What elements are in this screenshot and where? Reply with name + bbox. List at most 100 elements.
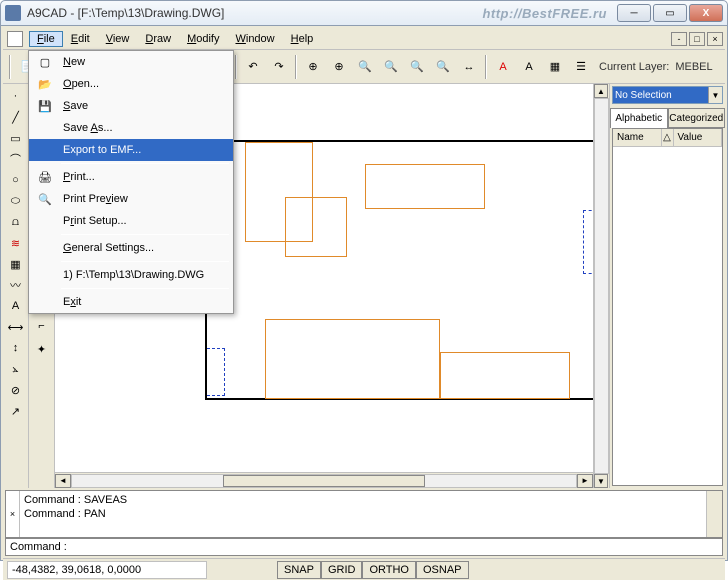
layers-icon[interactable]: ▦	[543, 55, 567, 79]
menu-print[interactable]: 🖨Print...	[29, 166, 233, 188]
text-icon[interactable]: A	[6, 296, 26, 316]
zoom-prev-icon[interactable]: 🔍	[431, 55, 455, 79]
pan-icon[interactable]: ↔	[457, 55, 481, 79]
drawing-shape	[265, 319, 440, 399]
selection-handle	[583, 210, 593, 274]
new-icon: ▢	[29, 51, 61, 73]
dim-a-icon[interactable]: ⦛	[6, 359, 26, 379]
drawing-shape	[440, 352, 570, 399]
zoom-window-icon[interactable]: ⊕	[327, 55, 351, 79]
dim-style-icon[interactable]: A	[517, 55, 541, 79]
selection-handle	[207, 348, 225, 396]
ortho-toggle[interactable]: ORTHO	[362, 561, 416, 579]
sort-icon[interactable]: △	[662, 129, 674, 146]
image-icon[interactable]: ▦	[6, 254, 26, 274]
scroll-left-icon[interactable]: ◄	[55, 474, 71, 488]
properties-panel: No Selection ▼ Alphabetic Categorized Na…	[609, 84, 725, 488]
osnap-toggle[interactable]: OSNAP	[416, 561, 469, 579]
redo-icon[interactable]: ↷	[267, 55, 291, 79]
tab-alphabetic[interactable]: Alphabetic	[610, 108, 668, 128]
h-scrollbar[interactable]: ◄ ►	[55, 472, 593, 488]
mdi-restore[interactable]: □	[689, 32, 705, 46]
layer-label: Current Layer:	[599, 61, 669, 73]
scroll-down-icon[interactable]: ▼	[594, 474, 608, 488]
cmd-close-icon[interactable]: ×	[6, 491, 20, 537]
leader-icon[interactable]: ↗	[6, 401, 26, 421]
menu-open[interactable]: 📂Open...	[29, 73, 233, 95]
scroll-right-icon[interactable]: ►	[577, 474, 593, 488]
mdi-close[interactable]: ×	[707, 32, 723, 46]
menu-print-preview[interactable]: 🔍Print Preview	[29, 188, 233, 210]
command-input[interactable]: Command :	[5, 538, 723, 556]
menu-window[interactable]: Window	[227, 31, 282, 47]
line-icon[interactable]: ╱	[6, 107, 26, 127]
circle-icon[interactable]: ○	[6, 170, 26, 190]
menu-exit[interactable]: Exit	[29, 291, 233, 313]
menu-print-setup[interactable]: Print Setup...	[29, 210, 233, 232]
menu-new[interactable]: ▢New	[29, 51, 233, 73]
rect-icon[interactable]: ▭	[6, 128, 26, 148]
statusbar: -48,4382, 39,0618, 0,0000 SNAP GRID ORTH…	[3, 558, 725, 580]
zoom-extents-icon[interactable]: ⊕	[301, 55, 325, 79]
chevron-down-icon[interactable]: ▼	[708, 87, 722, 103]
explode-icon[interactable]: ✦	[32, 339, 52, 359]
zoom-in-icon[interactable]: 🔍	[379, 55, 403, 79]
ellipse-icon[interactable]: ⬭	[6, 191, 26, 211]
menu-edit[interactable]: Edit	[63, 31, 98, 47]
maximize-button[interactable]: ▭	[653, 4, 687, 22]
selection-combo[interactable]: No Selection ▼	[612, 86, 723, 104]
command-history: × Command : SAVEAS Command : PAN	[5, 490, 723, 538]
menu-help[interactable]: Help	[283, 31, 322, 47]
dim-h-icon[interactable]: ⟷	[6, 317, 26, 337]
coords-display: -48,4382, 39,0618, 0,0000	[7, 561, 207, 579]
undo-icon[interactable]: ↶	[241, 55, 265, 79]
window-title: A9CAD - [F:\Temp\13\Drawing.DWG]	[27, 6, 482, 20]
document-icon	[7, 31, 23, 47]
watermark-text: http://BestFREE.ru	[482, 6, 607, 21]
menu-general-settings[interactable]: General Settings...	[29, 237, 233, 259]
drawing-shape	[365, 164, 485, 209]
properties-grid[interactable]: Name △ Value	[612, 128, 723, 486]
menu-recent-1[interactable]: 1) F:\Temp\13\Drawing.DWG	[29, 264, 233, 286]
text-style-icon[interactable]: A	[491, 55, 515, 79]
layer-value: MEBEL	[675, 61, 712, 73]
zoom-all-icon[interactable]: 🔍	[353, 55, 377, 79]
preview-icon: 🔍	[29, 188, 61, 210]
file-menu-dropdown: ▢New 📂Open... 💾Save Save As... Export to…	[28, 50, 234, 314]
draw-toolbar: · ╱ ▭ ⌒ ○ ⬭ ⩍ ≋ ▦ 〰 A ⟷ ↕ ⦛ ⊘ ↗	[3, 84, 29, 488]
spline-icon[interactable]: 〰	[6, 275, 26, 295]
close-button[interactable]: X	[689, 4, 723, 22]
mdi-minimize[interactable]: -	[671, 32, 687, 46]
menu-draw[interactable]: Draw	[137, 31, 179, 47]
zoom-out-icon[interactable]: 🔍	[405, 55, 429, 79]
scroll-thumb[interactable]	[223, 475, 425, 487]
menu-export-emf[interactable]: Export to EMF...	[29, 139, 233, 161]
command-prompt: Command :	[10, 541, 67, 553]
dim-r-icon[interactable]: ⊘	[6, 380, 26, 400]
point-icon[interactable]: ·	[6, 86, 26, 106]
menu-view[interactable]: View	[98, 31, 138, 47]
cmd-scrollbar[interactable]	[706, 491, 722, 537]
col-name[interactable]: Name	[613, 129, 662, 146]
menu-save-as[interactable]: Save As...	[29, 117, 233, 139]
v-scrollbar[interactable]: ▲ ▼	[593, 84, 609, 488]
dim-v-icon[interactable]: ↕	[6, 338, 26, 358]
arc-icon[interactable]: ⌒	[6, 149, 26, 169]
col-value[interactable]: Value	[674, 129, 723, 146]
menubar: File Edit View Draw Modify Window Help -…	[3, 28, 725, 50]
grid-toggle[interactable]: GRID	[321, 561, 363, 579]
print-icon: 🖨	[29, 166, 61, 188]
polyline-icon[interactable]: ⩍	[6, 212, 26, 232]
menu-modify[interactable]: Modify	[179, 31, 227, 47]
hatch-icon[interactable]: ≋	[6, 233, 26, 253]
cmd-line: Command : PAN	[24, 507, 702, 521]
minimize-button[interactable]: ─	[617, 4, 651, 22]
menu-file[interactable]: File	[29, 31, 63, 47]
props-icon[interactable]: ☰	[569, 55, 593, 79]
snap-toggle[interactable]: SNAP	[277, 561, 321, 579]
titlebar: A9CAD - [F:\Temp\13\Drawing.DWG] http://…	[0, 0, 728, 26]
scroll-up-icon[interactable]: ▲	[594, 84, 608, 98]
fillet-icon[interactable]: ⌐	[32, 316, 52, 336]
menu-save[interactable]: 💾Save	[29, 95, 233, 117]
tab-categorized[interactable]: Categorized	[668, 108, 726, 128]
